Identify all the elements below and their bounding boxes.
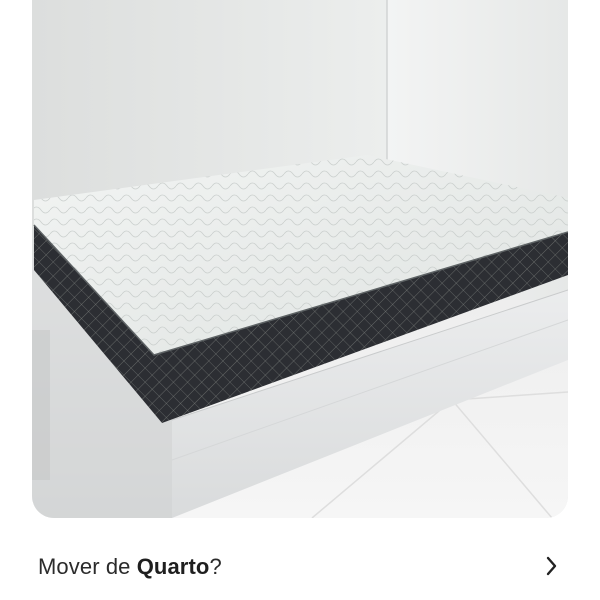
listing-caption-row[interactable]: Mover de Quarto? — [0, 540, 600, 600]
chevron-right-icon[interactable] — [540, 554, 564, 578]
caption-bold: Quarto — [136, 554, 210, 579]
product-photo[interactable] — [32, 0, 568, 518]
caption-suffix: ? — [209, 554, 222, 579]
listing-caption: Mover de Quarto? — [38, 554, 222, 580]
caption-prefix: Mover de — [38, 554, 137, 579]
mattress-photo — [32, 0, 568, 518]
